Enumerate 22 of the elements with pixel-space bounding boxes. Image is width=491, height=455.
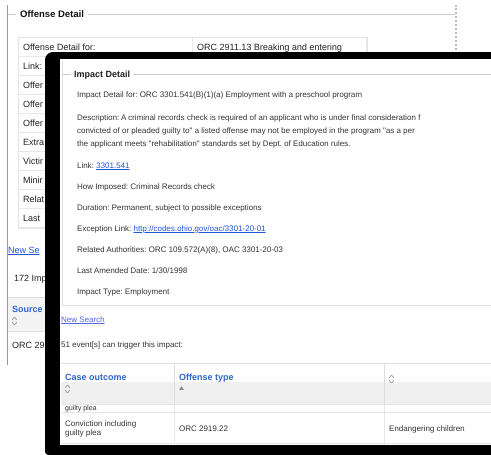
column-header[interactable]: Case outcome — [61, 364, 175, 404]
sort-icon[interactable] — [65, 385, 70, 393]
new-search-link[interactable]: New Se — [8, 245, 40, 255]
table-cell-text: ORC 29 — [11, 339, 45, 352]
panel-title: Offense Detail — [20, 8, 84, 20]
detail-line: Impact Type: Employment — [77, 287, 170, 297]
detail-label: Link: — [77, 161, 94, 170]
sort-ascending-icon[interactable] — [179, 386, 184, 390]
detail-link[interactable]: 3301.541 — [96, 161, 130, 170]
new-search-link[interactable]: New Search — [61, 315, 105, 324]
table-cell: Endangering children — [389, 424, 465, 432]
detail-label: Exception Link: — [77, 224, 132, 233]
detail-line: Last Amended Date: 1/30/1998 — [77, 266, 188, 276]
column-header[interactable]: Offense type — [175, 364, 385, 404]
detail-link[interactable]: http://codes.ohio.gov/oac/3301-20-01 — [134, 224, 266, 233]
sort-icon[interactable] — [12, 317, 17, 325]
event-count-text: 51 event[s] can trigger this impact: — [61, 340, 184, 349]
detail-line: Related Authorities: ORC 109.572(A)(8), OAC 3301-20-03 — [77, 245, 284, 255]
sort-icon[interactable] — [389, 375, 394, 383]
table-cell-text: Conviction including guilty plea — [65, 419, 138, 437]
table-cell: ORC 2919.22 — [179, 424, 228, 432]
column-header[interactable]: Source — [8, 298, 45, 332]
